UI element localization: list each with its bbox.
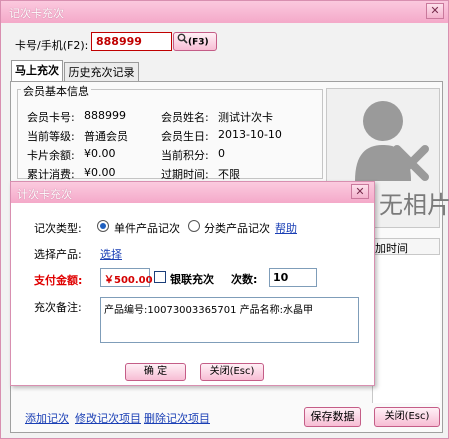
edit-record-link[interactable]: 修改记次项目 — [75, 410, 141, 426]
member-info-title: 会员基本信息 — [21, 83, 91, 99]
tab-history[interactable]: 历史充次记录 — [64, 62, 139, 82]
member-name-label: 会员姓名: — [161, 111, 209, 124]
confirm-button[interactable]: 确 定 — [125, 363, 186, 381]
record-type-label: 记次类型: — [34, 222, 82, 235]
radio-category-product[interactable] — [188, 220, 200, 232]
card-number-input[interactable]: 888999 — [91, 32, 172, 51]
recharge-dialog: 计次卡充次 ✕ 记次类型: 单件产品记次 分类产品记次 帮助 选择产品: 选择 … — [10, 181, 375, 386]
search-button[interactable]: (F3) — [173, 32, 217, 51]
table-header-add-time[interactable]: 加时间 — [372, 238, 440, 255]
total-spend-label: 累计消费: — [27, 168, 75, 181]
level-value: 普通会员 — [84, 130, 128, 143]
radio-single-product-label[interactable]: 单件产品记次 — [114, 220, 180, 236]
count-input[interactable]: 10 — [269, 268, 317, 287]
save-data-button[interactable]: 保存数据 — [304, 407, 361, 427]
radio-single-product[interactable] — [97, 220, 109, 232]
birthday-label: 会员生日: — [161, 130, 209, 143]
pay-amount-input[interactable]: ￥500.00 — [100, 268, 153, 287]
dialog-close-button[interactable]: 关闭(Esc) — [200, 363, 264, 381]
count-label: 次数: — [231, 273, 258, 286]
expire-label: 过期时间: — [161, 168, 209, 181]
pay-amount-label: 支付金额: — [34, 274, 83, 287]
birthday-value: 2013-10-10 — [218, 128, 282, 141]
delete-record-link[interactable]: 删除记次项目 — [144, 410, 210, 426]
select-product-link[interactable]: 选择 — [100, 246, 122, 262]
select-product-label: 选择产品: — [34, 248, 82, 261]
note-label: 充次备注: — [34, 301, 82, 314]
balance-value: ¥0.00 — [84, 147, 116, 160]
window-title: 记次卡充次 — [9, 7, 64, 20]
level-label: 当前等级: — [27, 130, 75, 143]
note-textarea[interactable]: 产品编号:10073003365701 产品名称:水晶甲 — [100, 297, 359, 343]
dialog-close-icon[interactable]: ✕ — [351, 184, 369, 199]
tab-recharge-now[interactable]: 马上充次 — [11, 60, 63, 82]
avatar-icon — [353, 95, 431, 184]
dialog-title: 计次卡充次 — [17, 188, 72, 201]
search-button-label: (F3) — [188, 37, 209, 48]
expire-value: 不限 — [218, 168, 240, 181]
balance-label: 卡片余额: — [27, 149, 75, 162]
member-name-value: 测试计次卡 — [218, 111, 273, 124]
radio-category-product-label[interactable]: 分类产品记次 — [204, 220, 270, 236]
card-number-label: 卡号/手机(F2): — [15, 39, 89, 52]
dialog-title-bar: 计次卡充次 ✕ — [11, 182, 374, 203]
close-window-button[interactable]: ✕ — [426, 3, 444, 19]
help-link[interactable]: 帮助 — [275, 220, 297, 236]
search-icon — [177, 33, 188, 50]
union-pay-label[interactable]: 银联充次 — [170, 271, 214, 287]
no-photo-text: 无相片 — [379, 191, 449, 219]
main-close-button[interactable]: 关闭(Esc) — [374, 407, 440, 427]
add-record-link[interactable]: 添加记次 — [25, 410, 69, 426]
points-value: 0 — [218, 147, 225, 160]
union-pay-checkbox[interactable] — [154, 271, 166, 283]
points-label: 当前积分: — [161, 149, 209, 162]
total-spend-value: ¥0.00 — [84, 166, 116, 179]
member-card-value: 888999 — [84, 109, 126, 122]
member-card-label: 会员卡号: — [27, 111, 75, 124]
record-table-body — [372, 255, 440, 403]
title-bar: 记次卡充次 ✕ — [1, 1, 448, 23]
